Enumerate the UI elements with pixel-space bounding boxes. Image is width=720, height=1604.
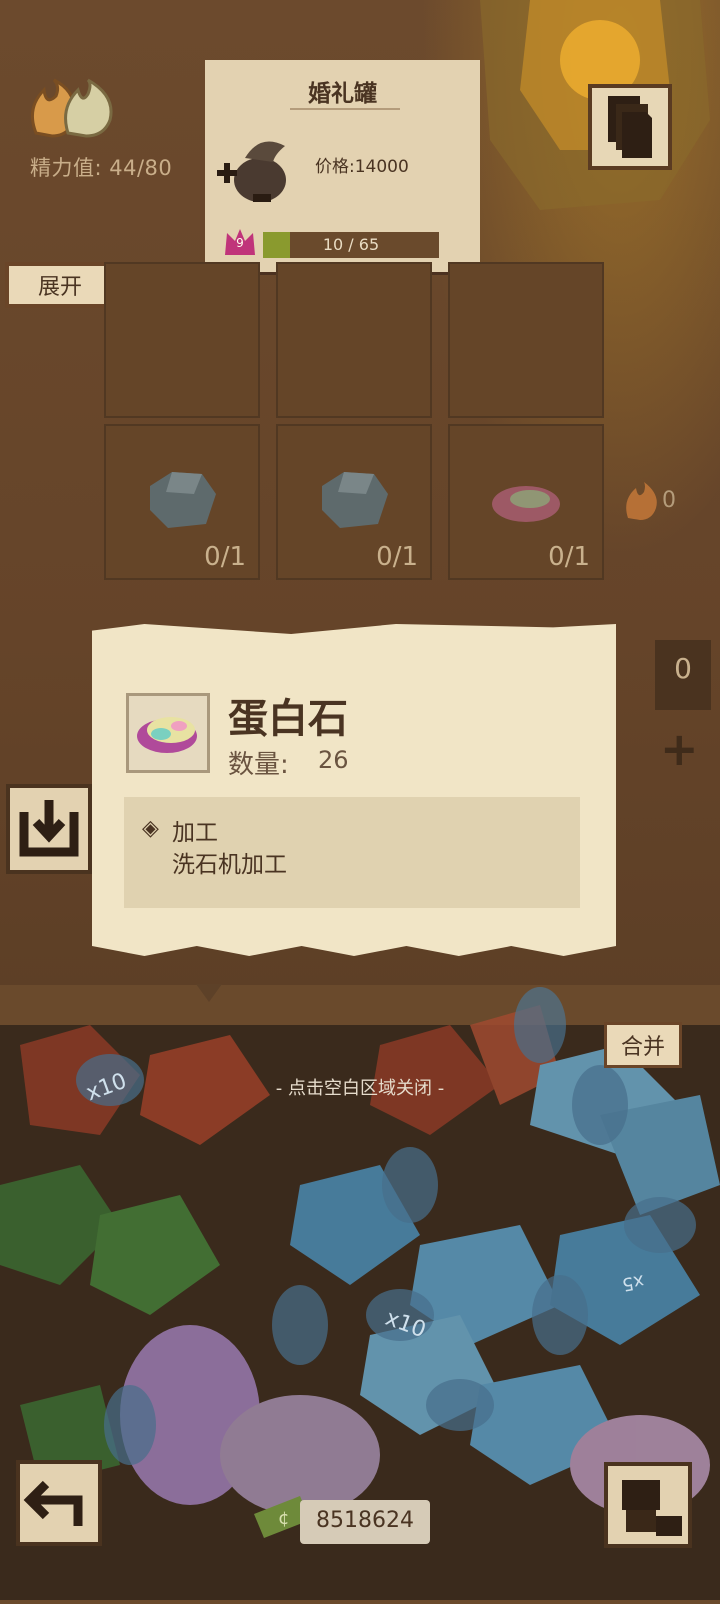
item-name: 蛋白石 — [228, 696, 348, 742]
diamond-icon: ◈ — [142, 816, 159, 841]
gem-count-label: x5 — [620, 1270, 646, 1295]
grid-cell[interactable] — [448, 262, 604, 418]
expand-button[interactable]: 展开 — [5, 262, 115, 308]
close-hint: - 点击空白区域关闭 - — [275, 1078, 445, 1099]
title-divider — [290, 108, 400, 110]
stone-icon — [322, 472, 388, 528]
energy-label: 精力值: 44/80 — [30, 156, 173, 180]
grid-cell[interactable] — [276, 262, 432, 418]
progress-text: 10 / 65 — [322, 235, 380, 254]
opal-icon — [137, 717, 197, 753]
svg-text:¢: ¢ — [278, 1508, 289, 1529]
level-number: 9 — [236, 236, 244, 250]
flame-icon — [626, 482, 657, 520]
product-title: 婚礼罐 — [308, 81, 377, 107]
opal-icon — [492, 486, 560, 522]
documents-icon — [608, 96, 652, 158]
money-amount: 8518624 — [316, 1508, 414, 1533]
progress-bar: 10 / 65 — [263, 232, 439, 258]
item-icon-frame — [126, 693, 210, 773]
documents-button[interactable] — [588, 84, 672, 170]
popup-pointer — [196, 984, 222, 1002]
stone-icon — [150, 472, 216, 528]
recipe-grid: 0/1 0/1 0/1 — [100, 262, 610, 622]
back-button[interactable] — [16, 1460, 102, 1546]
store-button[interactable] — [6, 784, 92, 874]
item-quantity-label: 数量: — [228, 750, 289, 780]
energy-count: 0 — [662, 488, 676, 513]
info-section-desc: 洗石机加工 — [172, 852, 287, 878]
cell-count: 0/1 — [204, 542, 246, 572]
side-panel-count: 0 — [674, 652, 692, 685]
download-icon — [19, 800, 79, 857]
grid-cell[interactable] — [104, 262, 260, 418]
chest-button[interactable] — [604, 1462, 692, 1548]
info-section-title: 加工 — [172, 820, 218, 846]
merge-button[interactable]: 合并 — [604, 1022, 682, 1068]
jar-icon — [217, 141, 286, 202]
plus-icon[interactable]: + — [660, 722, 699, 776]
back-arrow-icon — [23, 1480, 83, 1526]
cell-count: 0/1 — [376, 542, 418, 572]
product-price: 价格:14000 — [315, 157, 409, 177]
chest-icon — [622, 1480, 682, 1536]
item-quantity: 26 — [318, 746, 349, 774]
grid-cell[interactable]: 0/1 — [276, 424, 432, 580]
cell-count: 0/1 — [548, 542, 590, 572]
flame-icon — [30, 78, 113, 138]
grid-cell[interactable]: 0/1 — [448, 424, 604, 580]
grid-cell[interactable]: 0/1 — [104, 424, 260, 580]
product-card[interactable]: 婚礼罐 价格:14000 9 10 / 65 — [205, 60, 480, 272]
